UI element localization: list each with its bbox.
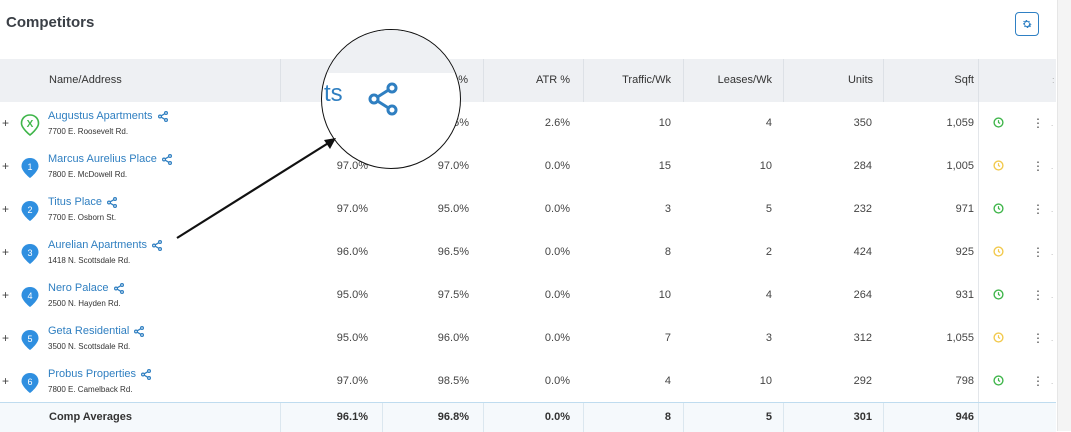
callout-arrow (176, 138, 336, 239)
